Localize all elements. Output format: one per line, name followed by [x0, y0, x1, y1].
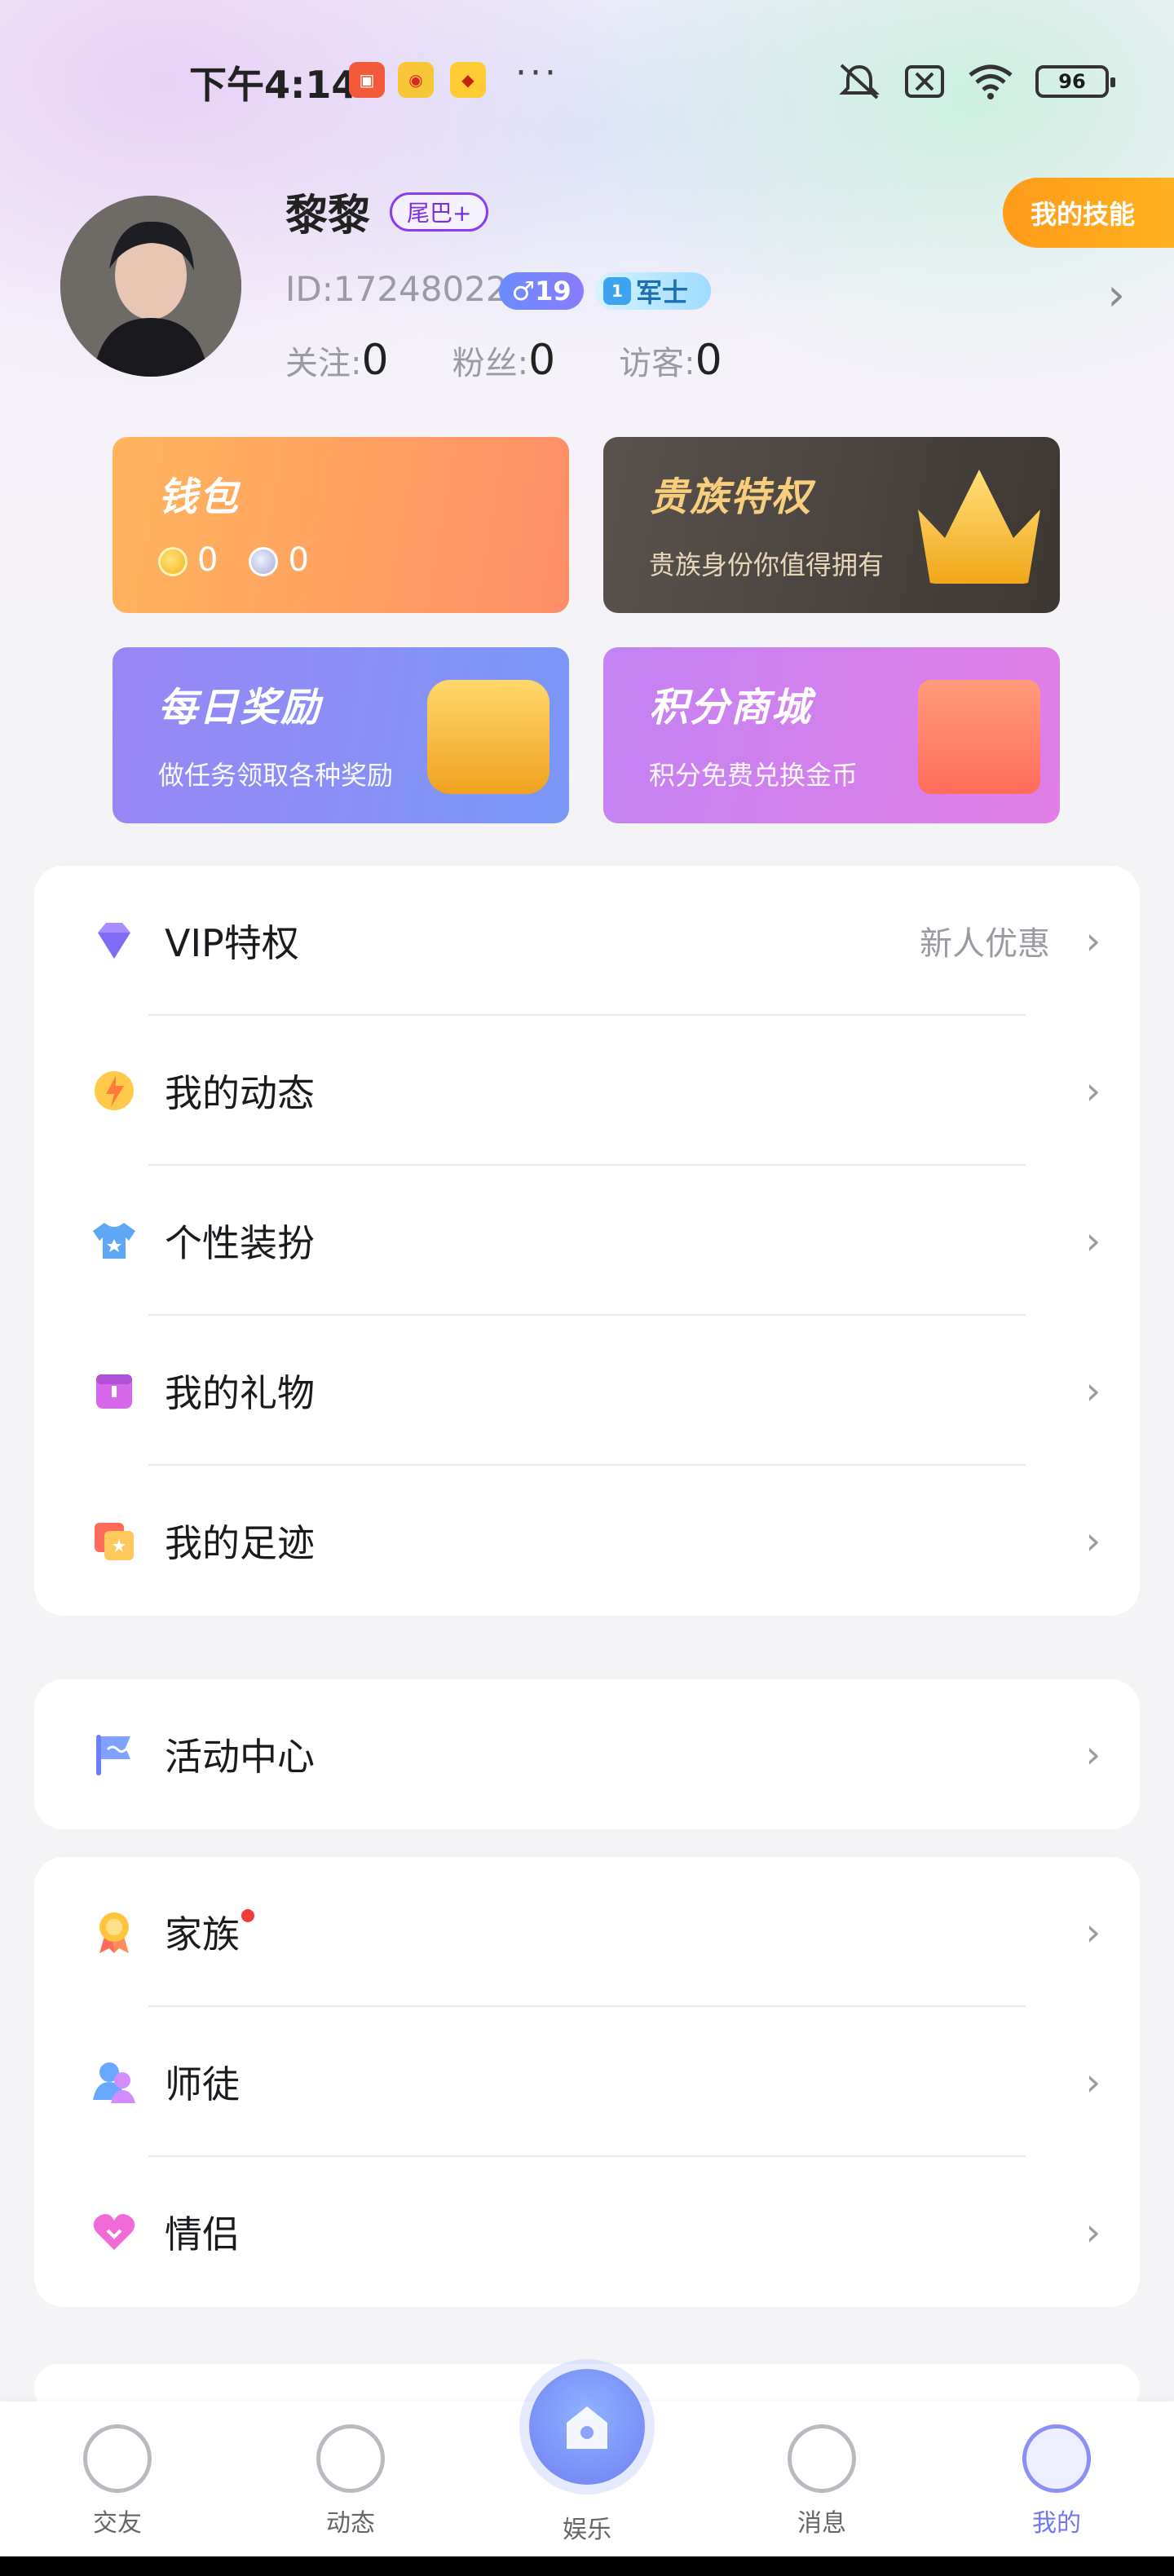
chevron-right-icon: ›: [1085, 2210, 1101, 2254]
stat-fans[interactable]: 粉丝:0: [452, 336, 556, 385]
gift-icon: [918, 680, 1040, 794]
noble-privilege-card[interactable]: 贵族特权 贵族身份你值得拥有: [603, 437, 1060, 613]
tab-me[interactable]: 我的: [1000, 2424, 1114, 2539]
footprint-card-icon: [95, 1523, 134, 1560]
chevron-right-icon: ›: [1085, 1519, 1101, 1563]
profile-stats: 关注:0 粉丝:0 访客:0: [285, 336, 722, 385]
chevron-right-icon: ›: [1085, 1732, 1101, 1776]
chevron-right-icon: ›: [1085, 1219, 1101, 1263]
silver-coin-icon: [249, 547, 279, 576]
menu-item-dress-up[interactable]: 个性装扮 ›: [34, 1166, 1140, 1316]
battery-icon: 96: [1035, 65, 1115, 98]
treasure-chest-icon: [427, 680, 549, 794]
chevron-right-icon: ›: [1085, 1910, 1101, 1954]
avatar-portrait-icon: [60, 196, 241, 377]
sim-off-icon: [905, 65, 944, 98]
more-notifications-icon: ···: [515, 52, 559, 94]
wallet-balances: 0 0: [158, 541, 523, 579]
rank-badge: 1 军士: [595, 272, 711, 310]
gift-box-icon: [96, 1374, 132, 1409]
system-nav-bar: [0, 2556, 1174, 2576]
lightning-icon: [95, 1071, 134, 1110]
chevron-right-icon: ›: [1085, 2060, 1101, 2104]
chevron-right-icon: ›: [1085, 1069, 1101, 1113]
medal-icon: [99, 1912, 129, 1953]
stat-following[interactable]: 关注:0: [285, 336, 389, 385]
wallet-card[interactable]: 钱包 0 0: [113, 437, 569, 613]
silver-balance: 0: [249, 541, 309, 579]
menu-item-vip[interactable]: VIP特权 新人优惠 ›: [34, 866, 1140, 1016]
tab-entertainment-label: 娱乐: [563, 2516, 611, 2544]
menu-item-activity-center[interactable]: 活动中心 ›: [34, 1679, 1140, 1829]
rank-number: 1: [603, 277, 631, 305]
stat-visitors[interactable]: 访客:0: [619, 336, 722, 385]
message-tab-icon: [788, 2424, 856, 2493]
planet-tab-icon: [316, 2424, 385, 2493]
user-id: ID:17248022: [285, 269, 508, 309]
wallet-title: 钱包: [158, 474, 241, 520]
menu-item-mentorship[interactable]: 师徒 ›: [34, 2007, 1140, 2157]
menu-panel-main: VIP特权 新人优惠 › 我的动态 › 个性装扮 › 我的礼物 › 我的足迹 ›: [34, 866, 1140, 1616]
tail-tag-button[interactable]: 尾巴+: [390, 192, 489, 232]
menu-panel-activity: 活动中心 ›: [34, 1679, 1140, 1829]
status-bar: 下午4:14 ▣ ◉ ◆ ··· 96: [0, 49, 1174, 114]
menu-panel-social: 家族 › 师徒 › 情侣 ›: [34, 1857, 1140, 2307]
tab-messages[interactable]: 消息: [765, 2424, 879, 2539]
gold-balance: 0: [158, 541, 218, 579]
mute-icon: [839, 64, 880, 99]
menu-item-couple[interactable]: 情侣 ›: [34, 2157, 1140, 2307]
status-time: 下午4:14: [189, 63, 358, 107]
heart-tab-icon: [83, 2424, 152, 2493]
status-right: 96: [836, 62, 1115, 101]
wifi-icon: [969, 64, 1013, 99]
daily-reward-card[interactable]: 每日奖励 做任务领取各种奖励: [113, 647, 569, 823]
tab-moments[interactable]: 动态: [294, 2424, 408, 2539]
chevron-right-icon: ›: [1085, 919, 1101, 963]
chevron-right-icon: ›: [1085, 1369, 1101, 1413]
notification-dot: [241, 1909, 254, 1922]
sogou-icon: ◆: [450, 62, 486, 98]
rank-label: 军士: [636, 277, 689, 308]
mentor-icon: [93, 2062, 135, 2103]
entertainment-home-button[interactable]: [529, 2369, 645, 2485]
calendar-icon: ▣: [349, 62, 385, 98]
menu-item-my-posts[interactable]: 我的动态 ›: [34, 1016, 1140, 1166]
profile-chevron-icon[interactable]: ›: [1107, 269, 1125, 320]
heart-icon: [93, 2214, 135, 2250]
vip-promo-text: 新人优惠: [920, 925, 1050, 963]
tab-make-friends[interactable]: 交友: [60, 2424, 174, 2539]
flag-icon: [96, 1735, 130, 1775]
menu-item-my-gifts[interactable]: 我的礼物 ›: [34, 1316, 1140, 1466]
my-skills-button[interactable]: 我的技能: [1003, 178, 1174, 248]
avatar[interactable]: [60, 196, 241, 377]
gender-age-badge: ♂19: [499, 272, 584, 310]
gold-coin-icon: [158, 547, 188, 576]
weibo-icon: ◉: [398, 62, 434, 98]
diamond-icon: [98, 923, 130, 959]
points-shop-card[interactable]: 积分商城 积分免费兑换金币: [603, 647, 1060, 823]
username: 黎黎: [285, 192, 371, 240]
profile-tab-icon: [1022, 2424, 1091, 2493]
home-icon: [567, 2406, 607, 2449]
shirt-icon: [93, 1223, 135, 1259]
menu-item-footprints[interactable]: 我的足迹 ›: [34, 1466, 1140, 1616]
menu-item-family[interactable]: 家族 ›: [34, 1857, 1140, 2007]
